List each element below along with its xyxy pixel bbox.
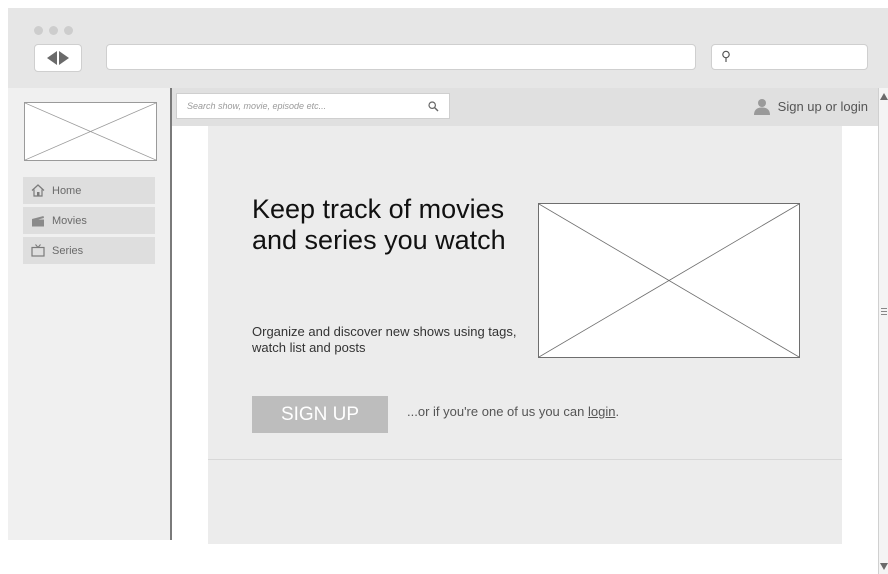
hero-subtitle: Organize and discover new shows using ta… <box>252 324 517 355</box>
sidebar-item-label: Home <box>52 184 82 197</box>
scroll-down-arrow-icon[interactable] <box>880 563 888 570</box>
sidebar-item-label: Movies <box>52 214 87 227</box>
logo-placeholder <box>24 102 157 161</box>
login-prompt: ...or if you're one of us you can login. <box>407 404 619 419</box>
login-suffix-text: . <box>615 404 620 419</box>
scroll-up-arrow-icon[interactable] <box>880 93 888 100</box>
hero-section: Keep track of movies and series you watc… <box>208 126 842 544</box>
window-maximize-dot[interactable] <box>64 26 73 35</box>
search-icon[interactable] <box>428 101 439 112</box>
scroll-grip-icon[interactable] <box>881 308 887 317</box>
sidebar: Home Movies Series <box>8 88 170 540</box>
login-prefix-text: ...or if you're one of us you can <box>407 404 588 419</box>
login-link[interactable]: login <box>588 404 615 419</box>
back-arrow-icon[interactable] <box>47 51 57 65</box>
sidebar-nav: Home Movies Series <box>23 177 155 267</box>
search-icon <box>722 50 730 62</box>
browser-search-field[interactable] <box>711 44 868 70</box>
window-close-dot[interactable] <box>34 26 43 35</box>
hero-title: Keep track of movies and series you watc… <box>252 194 506 255</box>
sidebar-item-movies[interactable]: Movies <box>23 207 155 234</box>
image-placeholder-icon <box>24 102 157 161</box>
section-divider <box>208 459 842 460</box>
hero-image-placeholder <box>538 203 800 358</box>
back-forward-buttons[interactable] <box>34 44 82 72</box>
signup-button[interactable]: SIGN UP <box>252 396 388 433</box>
user-icon <box>753 99 770 115</box>
window-minimize-dot[interactable] <box>49 26 58 35</box>
site-search-box[interactable] <box>176 93 450 119</box>
vertical-scrollbar[interactable] <box>878 88 888 574</box>
sidebar-item-home[interactable]: Home <box>23 177 155 204</box>
site-header: Sign up or login <box>172 88 878 126</box>
signup-login-label[interactable]: Sign up or login <box>778 99 868 114</box>
browser-chrome <box>8 8 888 89</box>
forward-arrow-icon[interactable] <box>59 51 69 65</box>
window-controls <box>34 26 73 35</box>
tv-icon <box>31 244 45 258</box>
sidebar-item-series[interactable]: Series <box>23 237 155 264</box>
image-placeholder-icon <box>538 203 800 358</box>
signup-login-link[interactable]: Sign up or login <box>753 98 868 115</box>
search-input[interactable] <box>177 94 427 118</box>
home-icon <box>31 184 45 198</box>
sidebar-item-label: Series <box>52 244 84 257</box>
film-clapper-icon <box>31 214 45 228</box>
address-bar[interactable] <box>106 44 696 70</box>
